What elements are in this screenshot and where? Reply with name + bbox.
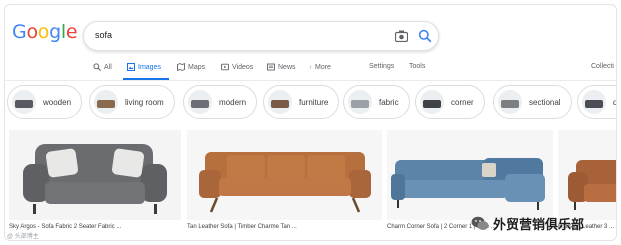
collections-label: Collecti <box>591 63 614 70</box>
search-results-window: Google sofa All Images Maps Videos News … <box>4 4 617 241</box>
image-caption: Tan Leather Sofa | Timber Charme Tan ... <box>187 220 382 234</box>
logo-letter: g <box>49 21 61 43</box>
tab-label: Maps <box>188 63 206 71</box>
logo-letter: G <box>12 21 27 43</box>
chip-d[interactable]: d <box>577 85 616 119</box>
chip-thumbnail <box>498 90 522 114</box>
chip-thumbnail <box>348 90 372 114</box>
chip-wooden[interactable]: wooden <box>7 85 83 119</box>
tools-label: Tools <box>409 63 426 70</box>
tab-label: Videos <box>232 63 254 71</box>
sofa-image-leather <box>558 130 616 220</box>
tab-label: Images <box>138 63 161 71</box>
chip-label: corner <box>451 97 474 107</box>
search-box[interactable]: sofa <box>83 21 439 51</box>
tab-more[interactable]: More <box>309 63 331 71</box>
search-input[interactable]: sofa <box>95 30 112 40</box>
search-tabs: All Images Maps Videos News More Setting… <box>5 57 616 81</box>
chip-fabric[interactable]: fabric <box>343 85 410 119</box>
tools-button[interactable]: Tools <box>409 63 425 70</box>
chip-corner[interactable]: corner <box>415 85 485 119</box>
image-result-1[interactable]: Sky Argos - Sofa Fabric 2 Seater Fabric … <box>9 130 181 234</box>
logo-letter: e <box>65 21 78 43</box>
chip-living-room[interactable]: living room <box>89 85 175 119</box>
wechat-icon <box>471 216 489 230</box>
chip-furniture[interactable]: furniture <box>263 85 340 119</box>
corner-watermark: @ 头部博主 <box>7 234 39 240</box>
chip-label: fabric <box>379 97 399 107</box>
news-icon <box>267 63 275 71</box>
chip-label: modern <box>219 97 247 107</box>
chip-thumbnail <box>94 90 118 114</box>
watermark-text: 外贸营销俱乐部 <box>493 217 585 232</box>
chip-thumbnail <box>420 90 444 114</box>
chip-modern[interactable]: modern <box>183 85 258 119</box>
tab-videos[interactable]: Videos <box>221 63 253 71</box>
video-icon <box>221 63 229 71</box>
watermark: 外贸营销俱乐部 <box>471 214 584 233</box>
tab-news[interactable]: News <box>267 63 296 71</box>
chip-label: sectional <box>529 97 561 107</box>
tab-maps[interactable]: Maps <box>177 63 205 71</box>
tab-images[interactable]: Images <box>127 63 161 71</box>
collections-link[interactable]: Collecti <box>591 63 614 70</box>
tab-label: All <box>104 63 112 71</box>
chip-label: wooden <box>43 97 72 107</box>
chip-label: furniture <box>299 97 329 107</box>
map-icon <box>177 63 185 71</box>
sofa-image-grey <box>9 130 181 220</box>
camera-icon[interactable] <box>395 30 408 42</box>
google-logo[interactable]: Google <box>12 21 78 43</box>
search-icon <box>93 63 101 71</box>
tab-label: News <box>278 63 296 71</box>
settings-label: Settings <box>369 63 395 70</box>
chip-thumbnail <box>188 90 212 114</box>
chip-thumbnail <box>582 90 606 114</box>
tabs-divider <box>5 80 616 81</box>
tab-label: More <box>315 63 331 71</box>
chip-thumbnail <box>268 90 292 114</box>
chip-sectional[interactable]: sectional <box>493 85 572 119</box>
logo-letter: o <box>37 21 50 43</box>
image-icon <box>127 63 135 71</box>
sofa-image-blue-corner <box>387 130 553 220</box>
chip-thumbnail <box>12 90 36 114</box>
image-result-2[interactable]: Tan Leather Sofa | Timber Charme Tan ... <box>187 130 382 234</box>
sofa-image-tan-leather <box>187 130 382 220</box>
chip-label: living room <box>125 97 164 107</box>
settings-button[interactable]: Settings <box>369 63 394 70</box>
chip-label: d <box>613 98 616 107</box>
more-vert-icon <box>310 65 311 69</box>
logo-letter: o <box>26 21 38 43</box>
tab-all[interactable]: All <box>93 63 112 71</box>
search-icon[interactable] <box>418 29 432 43</box>
